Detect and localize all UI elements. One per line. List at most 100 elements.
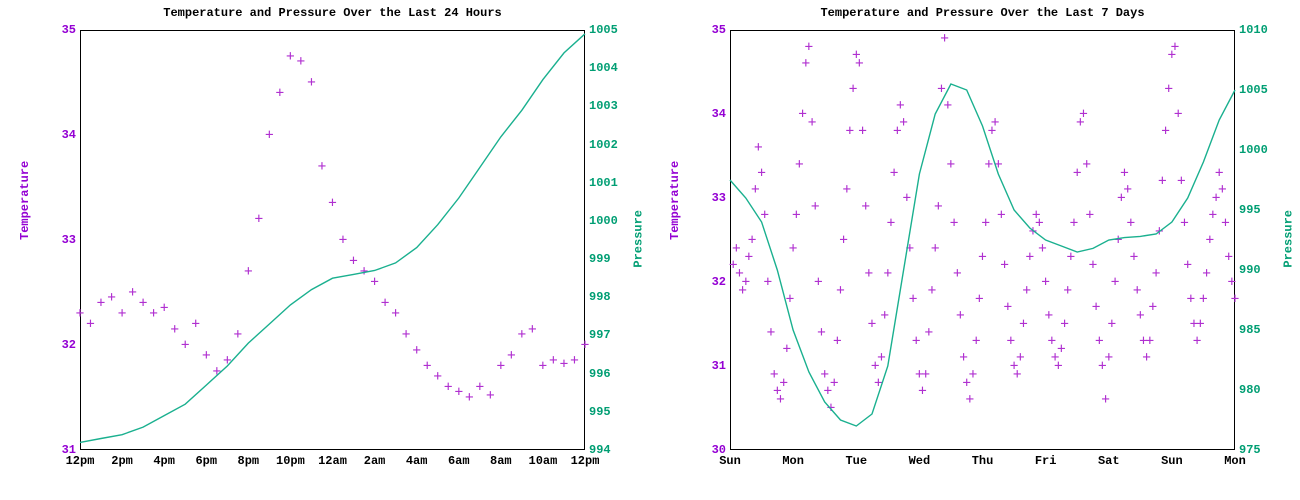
svg-text:+: + — [732, 240, 740, 256]
svg-text:+: + — [1079, 106, 1087, 122]
svg-text:+: + — [1199, 291, 1207, 307]
svg-text:+: + — [1019, 316, 1027, 332]
svg-text:+: + — [1187, 291, 1195, 307]
svg-text:+: + — [539, 358, 547, 374]
svg-text:+: + — [1108, 316, 1116, 332]
svg-text:+: + — [1202, 266, 1210, 282]
svg-text:+: + — [455, 384, 463, 400]
svg-text:+: + — [370, 274, 378, 290]
svg-text:+: + — [528, 321, 536, 337]
svg-text:+: + — [868, 316, 876, 332]
y-left-ticks: 303132333435 — [690, 30, 726, 450]
svg-text:+: + — [764, 274, 772, 290]
svg-text:+: + — [846, 123, 854, 139]
svg-text:+: + — [918, 383, 926, 399]
svg-text:+: + — [931, 240, 939, 256]
svg-text:+: + — [202, 348, 210, 364]
svg-text:+: + — [476, 379, 484, 395]
svg-text:+: + — [76, 306, 84, 322]
svg-text:+: + — [1000, 257, 1008, 273]
svg-text:+: + — [244, 264, 252, 280]
svg-text:+: + — [1038, 240, 1046, 256]
svg-text:+: + — [1048, 333, 1056, 349]
svg-text:+: + — [1231, 291, 1239, 307]
x-ticks: 12pm2pm4pm6pm8pm10pm12am2am4am6am8am10am… — [80, 454, 585, 474]
svg-text:+: + — [1228, 274, 1236, 290]
svg-text:+: + — [858, 123, 866, 139]
svg-text:+: + — [486, 387, 494, 403]
svg-text:+: + — [811, 198, 819, 214]
svg-text:+: + — [890, 165, 898, 181]
svg-text:+: + — [940, 30, 948, 46]
svg-text:+: + — [1193, 333, 1201, 349]
svg-text:+: + — [865, 266, 873, 282]
svg-text:+: + — [1183, 257, 1191, 273]
svg-text:+: + — [1114, 232, 1122, 248]
svg-text:+: + — [1161, 123, 1169, 139]
svg-text:+: + — [1218, 182, 1226, 198]
svg-text:+: + — [549, 353, 557, 369]
chart-7d: Temperature and Pressure Over the Last 7… — [650, 0, 1300, 500]
svg-text:+: + — [507, 348, 515, 364]
svg-text:+: + — [972, 333, 980, 349]
svg-text:+: + — [1221, 215, 1229, 231]
svg-text:+: + — [795, 156, 803, 172]
svg-text:+: + — [1060, 316, 1068, 332]
svg-text:+: + — [855, 56, 863, 72]
svg-text:+: + — [1013, 366, 1021, 382]
svg-text:+: + — [839, 232, 847, 248]
svg-text:+: + — [830, 375, 838, 391]
svg-text:+: + — [1057, 341, 1065, 357]
svg-text:+: + — [128, 285, 136, 301]
svg-text:+: + — [402, 327, 410, 343]
svg-text:+: + — [1158, 173, 1166, 189]
svg-text:+: + — [97, 295, 105, 311]
svg-text:+: + — [433, 369, 441, 385]
svg-text:+: + — [874, 375, 882, 391]
svg-text:+: + — [880, 308, 888, 324]
svg-text:+: + — [265, 127, 273, 143]
x-ticks: SunMonTueWedThuFriSatSunMon — [730, 454, 1235, 474]
chart-title: Temperature and Pressure Over the Last 2… — [80, 6, 585, 20]
svg-text:+: + — [925, 324, 933, 340]
svg-text:+: + — [1180, 215, 1188, 231]
y-axis-right-label: Pressure — [632, 210, 646, 268]
svg-text:+: + — [956, 308, 964, 324]
svg-text:+: + — [833, 333, 841, 349]
svg-text:+: + — [1164, 81, 1172, 97]
svg-text:+: + — [981, 215, 989, 231]
svg-text:+: + — [1120, 165, 1128, 181]
y-right-ticks: 975980985990995100010051010 — [1239, 30, 1279, 450]
svg-text:+: + — [912, 333, 920, 349]
svg-text:+: + — [213, 363, 221, 379]
svg-text:+: + — [1105, 350, 1113, 366]
svg-text:+: + — [1095, 333, 1103, 349]
svg-text:+: + — [849, 81, 857, 97]
svg-text:+: + — [975, 291, 983, 307]
data-layer: ++++++++++++++++++++++++++++++++++++++++… — [80, 30, 585, 450]
svg-text:+: + — [149, 306, 157, 322]
svg-text:+: + — [1171, 39, 1179, 55]
svg-text:+: + — [861, 198, 869, 214]
svg-text:+: + — [160, 300, 168, 316]
svg-text:+: + — [1101, 392, 1109, 408]
svg-text:+: + — [297, 54, 305, 70]
svg-text:+: + — [1177, 173, 1185, 189]
svg-text:+: + — [1130, 249, 1138, 265]
svg-text:+: + — [921, 366, 929, 382]
svg-text:+: + — [581, 337, 589, 353]
svg-text:+: + — [767, 324, 775, 340]
svg-text:+: + — [937, 81, 945, 97]
svg-text:+: + — [1224, 249, 1232, 265]
svg-text:+: + — [1063, 282, 1071, 298]
svg-text:+: + — [909, 291, 917, 307]
svg-text:+: + — [997, 207, 1005, 223]
svg-text:+: + — [1054, 358, 1062, 374]
svg-text:+: + — [947, 156, 955, 172]
svg-text:+: + — [928, 282, 936, 298]
svg-text:+: + — [1215, 165, 1223, 181]
svg-text:+: + — [1035, 215, 1043, 231]
svg-text:+: + — [817, 324, 825, 340]
svg-text:+: + — [1152, 266, 1160, 282]
svg-text:+: + — [1022, 282, 1030, 298]
